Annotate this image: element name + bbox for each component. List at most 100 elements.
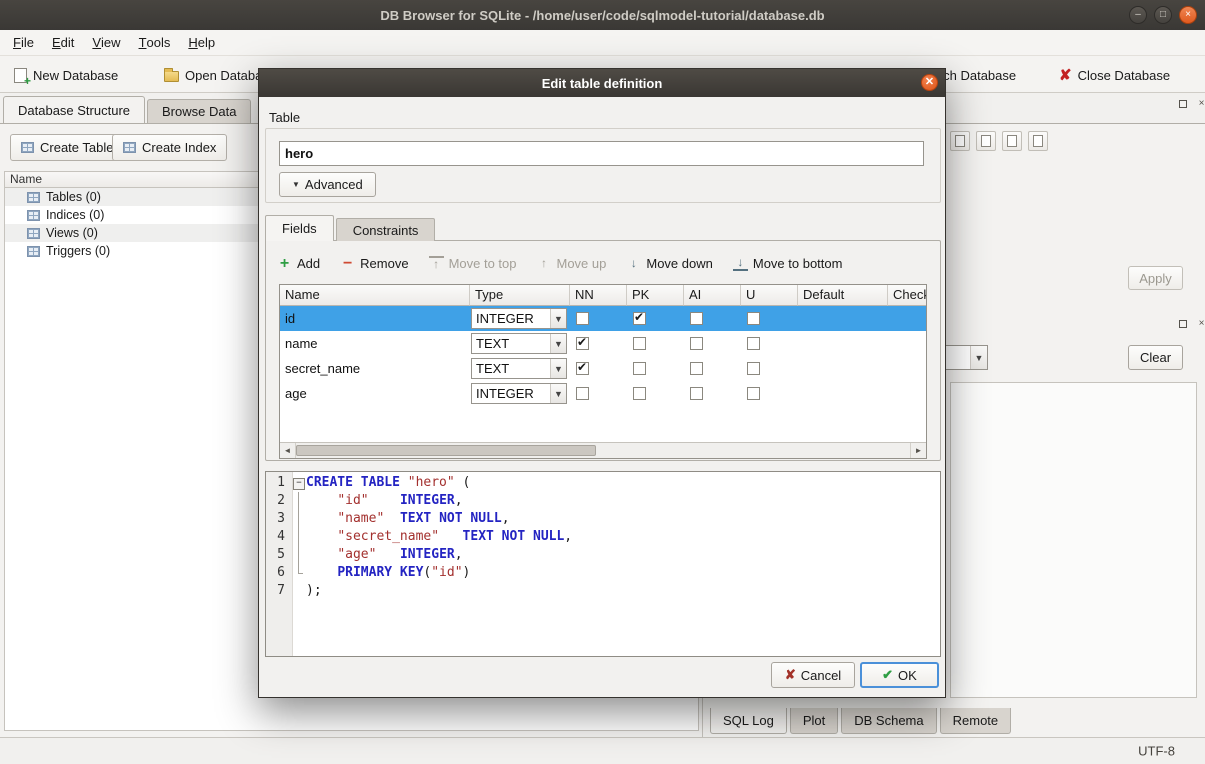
u-checkbox[interactable] — [747, 362, 760, 375]
clear-button[interactable]: Clear — [1128, 345, 1183, 370]
table-name-input[interactable] — [279, 141, 924, 166]
close-icon[interactable]: × — [1179, 6, 1197, 24]
import-button[interactable] — [950, 131, 970, 151]
line-number: 2 — [266, 492, 292, 510]
column-header-default[interactable]: Default — [798, 285, 888, 306]
nn-checkbox[interactable] — [576, 387, 589, 400]
tab-database-structure[interactable]: Database Structure — [3, 96, 145, 123]
field-row[interactable]: ageINTEGER▼ — [280, 381, 926, 406]
fold-marker[interactable] — [292, 474, 306, 492]
export-button[interactable] — [976, 131, 996, 151]
nn-checkbox[interactable] — [576, 312, 589, 325]
sql-code: "id" INTEGER, — [306, 492, 463, 510]
scroll-right-icon[interactable]: ► — [910, 443, 926, 458]
column-header-u[interactable]: U — [741, 285, 798, 306]
nn-checkbox[interactable] — [576, 362, 589, 375]
tab-remote[interactable]: Remote — [940, 708, 1012, 734]
add-button[interactable]: +Add — [277, 256, 320, 271]
line-number: 5 — [266, 546, 292, 564]
column-header-name[interactable]: Name — [280, 285, 470, 306]
close-database-button[interactable]: ✘ Close Database — [1055, 62, 1174, 88]
create-index-button[interactable]: Create Index — [112, 134, 227, 161]
ok-check-icon: ✔ — [882, 667, 893, 683]
tab-plot[interactable]: Plot — [790, 708, 838, 734]
move-up-icon: ↑ — [537, 257, 552, 270]
u-checkbox[interactable] — [747, 337, 760, 350]
scroll-left-icon[interactable]: ◄ — [280, 443, 296, 458]
type-combobox[interactable]: INTEGER▼ — [471, 383, 567, 404]
type-combobox[interactable]: TEXT▼ — [471, 358, 567, 379]
pk-checkbox[interactable] — [633, 387, 646, 400]
column-header-ai[interactable]: AI — [684, 285, 741, 306]
minimize-icon[interactable]: – — [1129, 6, 1147, 24]
ok-button[interactable]: ✔ OK — [860, 662, 939, 688]
sql-preview[interactable]: 1CREATE TABLE "hero" (2 "id" INTEGER,3 "… — [265, 471, 941, 657]
menu-edit[interactable]: Edit — [43, 30, 83, 55]
field-row[interactable]: secret_nameTEXT▼ — [280, 356, 926, 381]
pk-checkbox[interactable] — [633, 362, 646, 375]
cancel-button[interactable]: ✘ Cancel — [771, 662, 855, 688]
set-null-button[interactable] — [1002, 131, 1022, 151]
type-combobox[interactable]: INTEGER▼ — [471, 308, 567, 329]
ai-checkbox[interactable] — [690, 387, 703, 400]
move-bottom-icon: ↓ — [733, 256, 748, 271]
advanced-button-label: Advanced — [305, 177, 363, 192]
advanced-button[interactable]: ▼ Advanced — [279, 172, 376, 197]
move-to-bottom-button[interactable]: ↓ Move to bottom — [733, 256, 843, 271]
button-label: Move to bottom — [753, 256, 843, 271]
move-down-button[interactable]: ↓Move down — [626, 256, 712, 271]
cell-editor-toolbar — [950, 131, 1048, 151]
float-glyph — [1179, 320, 1187, 328]
sql-code: "age" INTEGER, — [306, 546, 463, 564]
dialog-close-icon[interactable]: ✕ — [921, 74, 938, 91]
move-up-button: ↑Move up — [537, 256, 607, 271]
tab-sql-log[interactable]: SQL Log — [710, 708, 787, 734]
ai-checkbox[interactable] — [690, 312, 703, 325]
ai-checkbox[interactable] — [690, 362, 703, 375]
u-checkbox[interactable] — [747, 387, 760, 400]
type-combobox[interactable]: TEXT▼ — [471, 333, 567, 354]
create-index-icon — [123, 142, 136, 153]
new-database-button[interactable]: New Database — [10, 62, 122, 88]
create-table-button[interactable]: Create Table — [10, 134, 124, 161]
menu-help[interactable]: Help — [179, 30, 224, 55]
column-header-pk[interactable]: PK — [627, 285, 684, 306]
tab-db-schema[interactable]: DB Schema — [841, 708, 936, 734]
sql-code: CREATE TABLE "hero" ( — [306, 474, 470, 492]
dialog-tab-fields[interactable]: Fields — [265, 215, 334, 241]
app-window: DB Browser for SQLite - /home/user/code/… — [0, 0, 1205, 764]
type-value: TEXT — [472, 361, 550, 376]
button-label: Remove — [360, 256, 408, 271]
maximize-icon[interactable]: □ — [1154, 6, 1172, 24]
column-header-check[interactable]: Check — [888, 285, 927, 306]
menu-file[interactable]: File — [4, 30, 43, 55]
print-icon — [1033, 135, 1043, 147]
sql-log-textarea[interactable] — [950, 382, 1197, 698]
ai-checkbox[interactable] — [690, 337, 703, 350]
nn-checkbox[interactable] — [576, 337, 589, 350]
dock-float-icon[interactable] — [1176, 97, 1189, 110]
tab-browse-data[interactable]: Browse Data — [147, 99, 251, 123]
move-down-icon: ↓ — [626, 257, 641, 270]
column-header-nn[interactable]: NN — [570, 285, 627, 306]
fold-marker — [292, 528, 306, 546]
pk-checkbox[interactable] — [633, 337, 646, 350]
remove-button[interactable]: −Remove — [340, 256, 408, 271]
dock-float-icon[interactable] — [1176, 317, 1189, 330]
u-checkbox[interactable] — [747, 312, 760, 325]
dock-close-icon[interactable]: × — [1195, 97, 1205, 110]
pk-checkbox[interactable] — [633, 312, 646, 325]
line-number: 6 — [266, 564, 292, 582]
menu-view[interactable]: View — [83, 30, 129, 55]
field-row[interactable]: idINTEGER▼ — [280, 306, 926, 331]
default-cell — [798, 356, 888, 381]
field-type-cell: INTEGER▼ — [470, 306, 570, 331]
dock-close-icon[interactable]: × — [1195, 317, 1205, 330]
dialog-tab-constraints[interactable]: Constraints — [336, 218, 436, 241]
scrollbar-thumb[interactable] — [296, 445, 596, 456]
apply-button[interactable]: Apply — [1128, 266, 1183, 290]
field-row[interactable]: nameTEXT▼ — [280, 331, 926, 356]
print-button[interactable] — [1028, 131, 1048, 151]
column-header-type[interactable]: Type — [470, 285, 570, 306]
menu-tools[interactable]: Tools — [130, 30, 180, 55]
